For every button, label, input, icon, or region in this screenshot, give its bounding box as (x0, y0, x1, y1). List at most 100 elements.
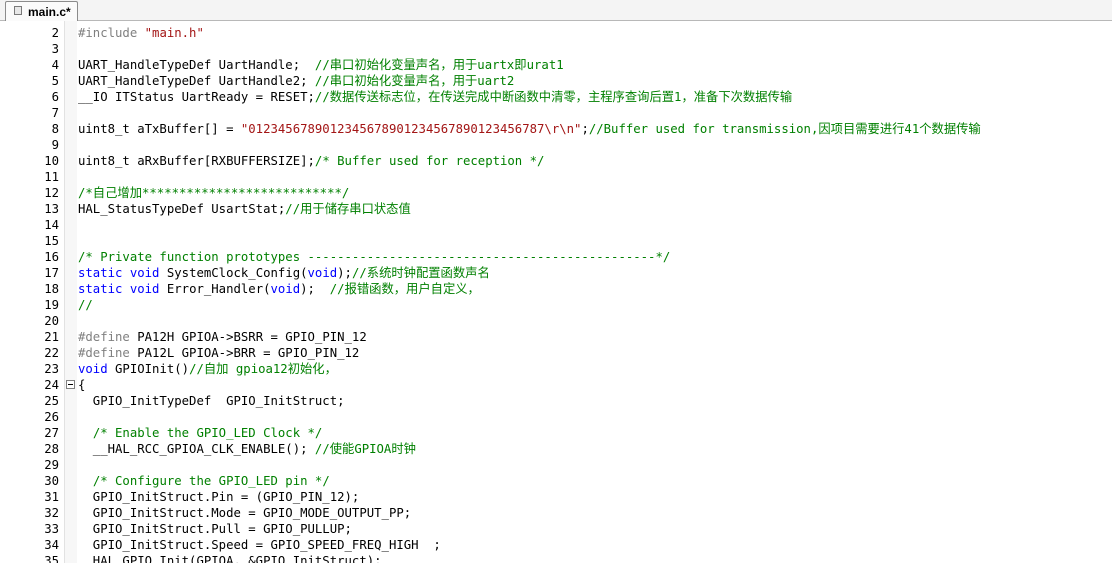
code-line[interactable]: 22 #define PA12L GPIOA->BRR = GPIO_PIN_12 (0, 345, 1112, 361)
file-icon (14, 6, 22, 15)
code-lines: 2 #include "main.h" 3 4 UART_HandleTypeDef U… (0, 25, 1112, 563)
code-line[interactable]: 16 /* Private function prototypes -------… (0, 249, 1112, 265)
code-line[interactable]: 34 GPIO_InitStruct.Speed = GPIO_SPEED_FR… (0, 537, 1112, 553)
line-number: 35 (44, 554, 59, 563)
code-line[interactable]: 17 static void SystemClock_Config(void);/… (0, 265, 1112, 281)
code-text: /* Configure the GPIO_LED pin */ (78, 473, 330, 489)
code-line[interactable]: 9 (0, 137, 1112, 153)
code-token: // (78, 298, 93, 312)
code-line[interactable]: 3 (0, 41, 1112, 57)
line-number: 12 (44, 186, 59, 200)
code-token: void (129, 282, 167, 296)
code-text: GPIO_InitStruct.Pull = GPIO_PULLUP; (78, 521, 352, 537)
code-line[interactable]: 30 /* Configure the GPIO_LED pin */ (0, 473, 1112, 489)
code-line[interactable]: 23 void GPIOInit()//自加 gpioa12初始化， (0, 361, 1112, 377)
code-line[interactable]: 8 uint8_t aTxBuffer[] = "0123456789012345… (0, 121, 1112, 137)
line-number: 18 (44, 282, 59, 296)
code-token: void (307, 266, 338, 280)
code-text: static void SystemClock_Config(void);//系… (78, 265, 490, 281)
line-number: 34 (44, 538, 59, 552)
code-token: "012345678901234567890123456789012345678… (240, 122, 582, 136)
line-number: 25 (44, 394, 59, 408)
line-number: 5 (51, 74, 59, 88)
line-number: 9 (51, 138, 59, 152)
code-line[interactable]: 19 // (0, 297, 1112, 313)
code-line[interactable]: 12 /*自己增加***************************/ (0, 185, 1112, 201)
code-line[interactable]: 7 (0, 105, 1112, 121)
line-number: 10 (44, 154, 59, 168)
line-number: 11 (44, 170, 59, 184)
code-text: static void Error_Handler(void); //报错函数，… (78, 281, 480, 297)
fold-collapse-icon[interactable] (66, 380, 75, 389)
code-line[interactable]: 15 (0, 233, 1112, 249)
code-token: ); (300, 282, 330, 296)
code-editor[interactable]: 2 #include "main.h" 3 4 UART_HandleTypeDef U… (0, 21, 1112, 563)
code-line[interactable]: 10 uint8_t aRxBuffer[RXBUFFERSIZE];/* Buf… (0, 153, 1112, 169)
code-text: #define PA12L GPIOA->BRR = GPIO_PIN_12 (78, 345, 359, 361)
line-number: 17 (44, 266, 59, 280)
line-number: 23 (44, 362, 59, 376)
line-number: 33 (44, 522, 59, 536)
code-token: //用于储存串口状态值 (285, 202, 411, 216)
line-number: 4 (51, 58, 59, 72)
line-number: 2 (51, 26, 59, 40)
code-line[interactable]: 24 { (0, 377, 1112, 393)
line-number: 3 (51, 42, 59, 56)
line-number: 32 (44, 506, 59, 520)
code-token: void (270, 282, 301, 296)
code-line[interactable]: 29 (0, 457, 1112, 473)
code-text: GPIO_InitStruct.Speed = GPIO_SPEED_FREQ_… (78, 537, 441, 553)
code-text: __HAL_RCC_GPIOA_CLK_ENABLE(); //使能GPIOA时… (78, 441, 416, 457)
code-text: GPIO_InitStruct.Pin = (GPIO_PIN_12); (78, 489, 360, 505)
code-line[interactable]: 13 HAL_StatusTypeDef UsartStat;//用于储存串口状态… (0, 201, 1112, 217)
code-line[interactable]: 32 GPIO_InitStruct.Mode = GPIO_MODE_OUTP… (0, 505, 1112, 521)
code-line[interactable]: 25 GPIO_InitTypeDef GPIO_InitStruct; (0, 393, 1112, 409)
code-token: #define (78, 330, 138, 344)
code-text: #define PA12H GPIOA->BSRR = GPIO_PIN_12 (78, 329, 367, 345)
line-number: 22 (44, 346, 59, 360)
code-line[interactable]: 26 (0, 409, 1112, 425)
code-line[interactable]: 28 __HAL_RCC_GPIOA_CLK_ENABLE(); //使能GPI… (0, 441, 1112, 457)
code-token: GPIOInit() (115, 362, 190, 376)
line-number: 8 (51, 122, 59, 136)
line-number: 28 (44, 442, 59, 456)
code-token: __IO ITStatus UartReady = RESET; (78, 90, 315, 104)
code-token: #define (78, 346, 138, 360)
code-text: HAL_GPIO_Init(GPIOA, &GPIO_InitStruct); (78, 553, 382, 563)
code-line[interactable]: 2 #include "main.h" (0, 25, 1112, 41)
code-token: HAL_StatusTypeDef UsartStat; (78, 202, 286, 216)
code-text: /* Enable the GPIO_LED Clock */ (78, 425, 323, 441)
code-line[interactable]: 14 (0, 217, 1112, 233)
code-token: static (78, 282, 130, 296)
code-line[interactable]: 27 /* Enable the GPIO_LED Clock */ (0, 425, 1112, 441)
code-token: UART_HandleTypeDef UartHandle2; (78, 74, 315, 88)
code-line[interactable]: 11 (0, 169, 1112, 185)
code-token: GPIO_InitStruct.Mode = GPIO_MODE_OUTPUT_… (78, 506, 412, 520)
code-line[interactable]: 18 static void Error_Handler(void); //报错函… (0, 281, 1112, 297)
code-token: PA12L GPIOA->BRR = GPIO_PIN_12 (137, 346, 360, 360)
line-number: 26 (44, 410, 59, 424)
tab-main-c[interactable]: main.c* (5, 1, 78, 21)
code-text: UART_HandleTypeDef UartHandle2; //串口初始化变… (78, 73, 514, 89)
code-token: /*自己增加***************************/ (78, 186, 350, 200)
code-line[interactable]: 5 UART_HandleTypeDef UartHandle2; //串口初始化… (0, 73, 1112, 89)
code-token: ; (581, 122, 589, 136)
code-token: //使能GPIOA时钟 (314, 442, 416, 456)
code-text: uint8_t aRxBuffer[RXBUFFERSIZE];/* Buffe… (78, 153, 544, 169)
code-line[interactable]: 4 UART_HandleTypeDef UartHandle; //串口初始化变… (0, 57, 1112, 73)
code-token: //Buffer used for transmission,因项目需要进行41… (588, 122, 981, 136)
code-line[interactable]: 6 __IO ITStatus UartReady = RESET;//数据传送标… (0, 89, 1112, 105)
code-line[interactable]: 35 HAL_GPIO_Init(GPIOA, &GPIO_InitStruct… (0, 553, 1112, 563)
code-text: // (78, 297, 93, 313)
code-line[interactable]: 21 #define PA12H GPIOA->BSRR = GPIO_PIN_1… (0, 329, 1112, 345)
code-token: void (129, 266, 167, 280)
code-line[interactable]: 20 (0, 313, 1112, 329)
code-token: { (78, 378, 86, 392)
code-text: { (78, 377, 85, 393)
line-number: 27 (44, 426, 59, 440)
code-line[interactable]: 31 GPIO_InitStruct.Pin = (GPIO_PIN_12); (0, 489, 1112, 505)
tab-label: main.c* (28, 4, 71, 19)
code-line[interactable]: 33 GPIO_InitStruct.Pull = GPIO_PULLUP; (0, 521, 1112, 537)
line-number: 16 (44, 250, 59, 264)
